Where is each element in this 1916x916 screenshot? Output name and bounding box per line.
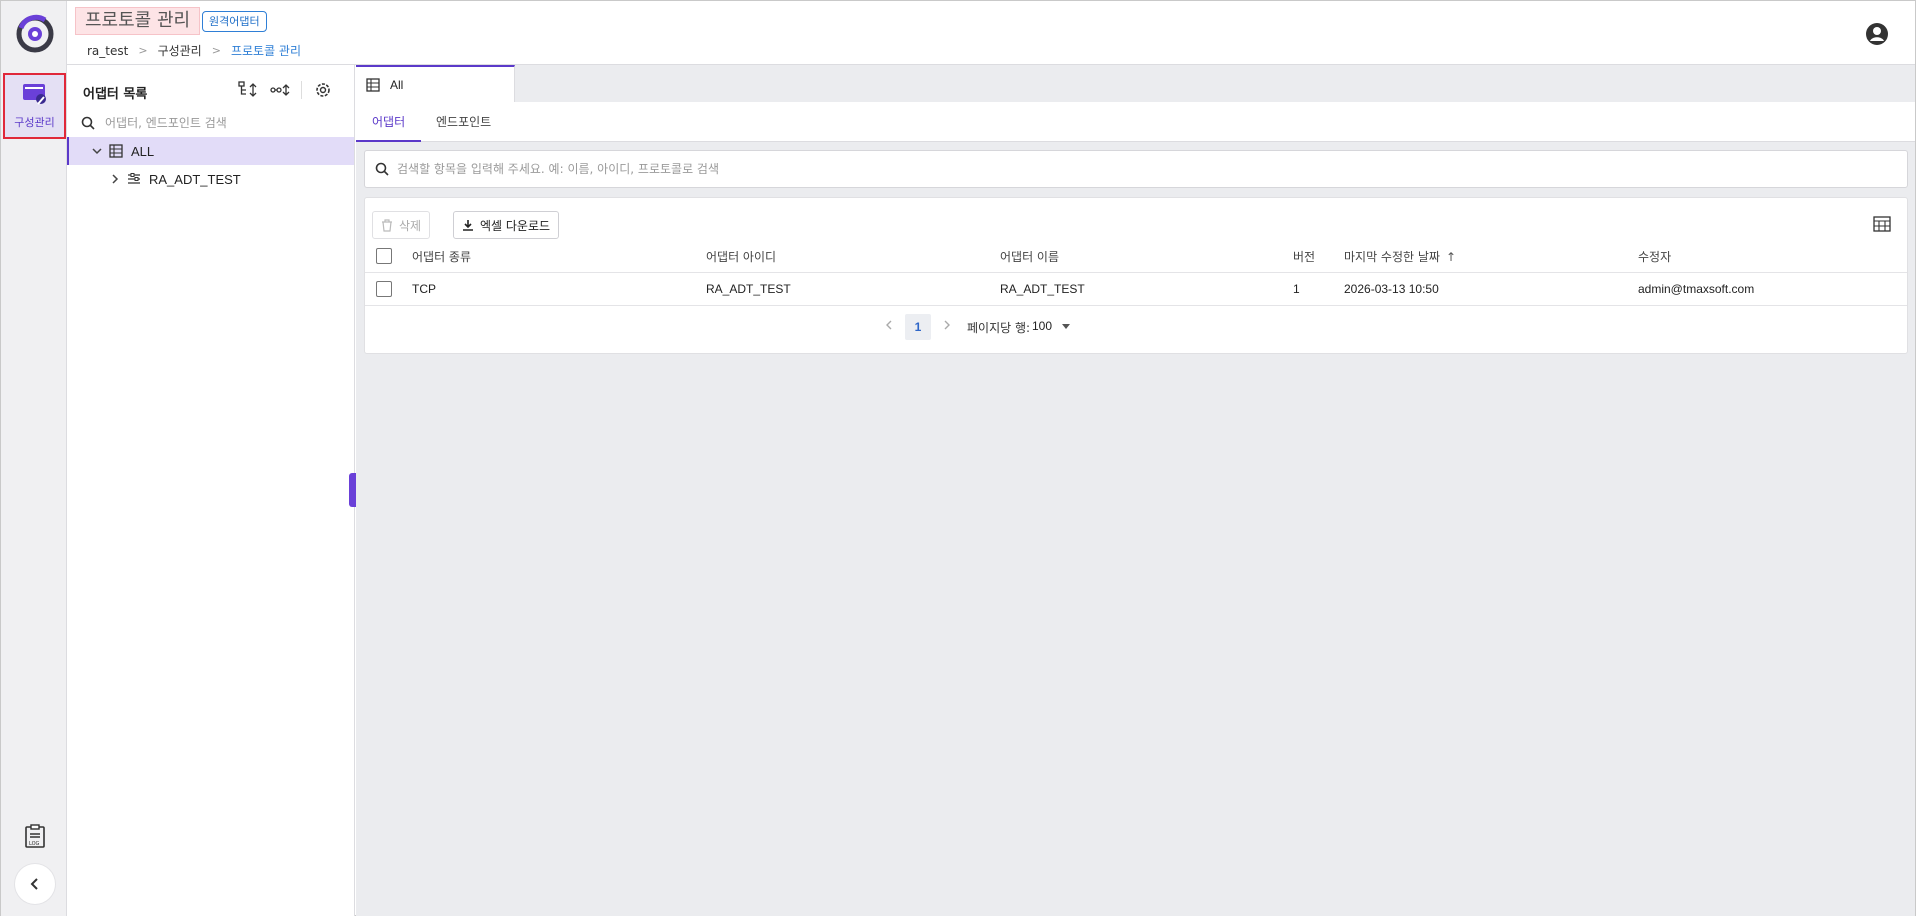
- download-icon: [463, 219, 473, 231]
- column-header-label: 마지막 수정한 날짜: [1344, 249, 1440, 264]
- table-search-input[interactable]: [397, 162, 1797, 176]
- chevron-right-icon: >: [138, 44, 148, 57]
- pagination: 1 페이지당 행: 100: [365, 306, 1907, 344]
- status-badge: 원격어댑터: [202, 11, 267, 32]
- left-rail: 구성관리 LOG: [1, 1, 67, 916]
- column-header-sorted[interactable]: 마지막 수정한 날짜 ↑: [1344, 248, 1456, 265]
- tab-adapter[interactable]: 어댑터: [356, 102, 422, 142]
- tab-label: All: [390, 77, 404, 92]
- app-window: 구성관리 LOG 프로토콜 관리 원격어댑터 ra_test > 구성관리 > …: [0, 0, 1916, 916]
- search-icon: [81, 116, 95, 130]
- trash-icon: [382, 218, 392, 232]
- table-list-icon: [109, 144, 123, 158]
- subtab-bar: 어댑터 엔드포인트: [356, 102, 1915, 142]
- table-row[interactable]: TCP RA_ADT_TEST RA_ADT_TEST 1 2026-03-13…: [365, 273, 1907, 306]
- select-all-checkbox[interactable]: [376, 248, 392, 264]
- rows-per-page-value: 100: [1032, 319, 1053, 333]
- excel-download-button[interactable]: 엑셀 다운로드: [453, 211, 560, 239]
- log-icon[interactable]: LOG: [23, 823, 47, 849]
- excel-download-label: 엑셀 다운로드: [480, 218, 551, 233]
- panel-title: 어댑터 목록: [83, 87, 148, 102]
- chevron-right-icon[interactable]: [109, 173, 121, 185]
- cell-modifier: admin@tmaxsoft.com: [1638, 282, 1755, 296]
- adapter-list-panel: 어댑터 목록 ALL RA_ADT_TEST: [67, 65, 355, 916]
- panel-resize-handle[interactable]: [349, 473, 356, 507]
- page-title: 프로토콜 관리: [75, 7, 201, 35]
- gear-icon[interactable]: [312, 80, 334, 100]
- column-header[interactable]: 어댑터 종류: [412, 248, 471, 265]
- app-logo-icon[interactable]: [15, 14, 55, 54]
- cell-name: RA_ADT_TEST: [1000, 282, 1085, 296]
- collapse-sidebar-button[interactable]: [15, 864, 55, 904]
- chevron-right-icon[interactable]: [940, 318, 954, 332]
- search-icon: [375, 162, 389, 176]
- chevron-down-icon[interactable]: [91, 145, 103, 157]
- tree-item-label: ALL: [131, 143, 155, 159]
- chevron-left-icon: [30, 878, 38, 890]
- cell-version: 1: [1293, 282, 1300, 296]
- rail-item-config-management[interactable]: 구성관리: [3, 73, 66, 139]
- adapter-search-input[interactable]: [105, 116, 335, 130]
- page-number[interactable]: 1: [905, 314, 931, 340]
- breadcrumb: ra_test > 구성관리 > 프로토콜 관리: [87, 42, 301, 59]
- tab-endpoint[interactable]: 엔드포인트: [420, 102, 507, 142]
- caret-down-icon: [1062, 323, 1071, 329]
- cell-id: RA_ADT_TEST: [706, 282, 791, 296]
- table-header: 어댑터 종류 어댑터 아이디 어댑터 이름 버전 마지막 수정한 날짜 ↑ 수정자: [365, 240, 1907, 273]
- row-checkbox[interactable]: [376, 281, 392, 297]
- column-header[interactable]: 어댑터 아이디: [706, 248, 776, 265]
- table-list-icon: [366, 77, 380, 92]
- column-header[interactable]: 수정자: [1638, 248, 1671, 265]
- chevron-right-icon: >: [211, 44, 221, 57]
- toolbar-divider: [301, 81, 302, 99]
- config-management-icon: [22, 83, 48, 110]
- expand-nodes-icon[interactable]: [269, 80, 291, 100]
- tree-item-all[interactable]: ALL: [67, 137, 354, 165]
- rows-per-page-label: 페이지당 행:: [967, 321, 1031, 335]
- adapter-table-card: 삭제 엑셀 다운로드 어댑터 종류 어댑터 아이디 어댑터 이름 버전 마지막 …: [364, 197, 1908, 354]
- breadcrumb-current[interactable]: 프로토콜 관리: [231, 42, 301, 59]
- account-icon[interactable]: [1865, 22, 1889, 46]
- tree-item-ra-adt-test[interactable]: RA_ADT_TEST: [67, 165, 354, 193]
- tree-sort-icon[interactable]: [237, 80, 259, 100]
- cell-type: TCP: [412, 282, 436, 296]
- rail-item-label: 구성관리: [14, 116, 55, 129]
- delete-button[interactable]: 삭제: [372, 211, 431, 239]
- cell-modified: 2026-03-13 10:50: [1344, 282, 1439, 296]
- tab-all[interactable]: All: [356, 65, 515, 102]
- column-settings-icon[interactable]: [1873, 216, 1891, 234]
- top-header: 프로토콜 관리 원격어댑터 ra_test > 구성관리 > 프로토콜 관리: [67, 1, 1915, 65]
- breadcrumb-item[interactable]: 구성관리: [158, 42, 202, 59]
- column-header[interactable]: 어댑터 이름: [1000, 248, 1059, 265]
- column-header[interactable]: 버전: [1293, 248, 1315, 265]
- table-search: [364, 150, 1908, 188]
- rows-per-page-select[interactable]: 100: [1032, 319, 1071, 333]
- svg-text:LOG: LOG: [29, 841, 40, 847]
- adapter-icon: [128, 173, 140, 184]
- arrow-up-icon: ↑: [1445, 249, 1457, 264]
- main-content: All 어댑터 엔드포인트 삭제 엑셀 다운로드 어댑터 종류: [356, 65, 1915, 916]
- chevron-left-icon[interactable]: [882, 318, 896, 332]
- adapter-search: [81, 111, 341, 135]
- delete-label: 삭제: [399, 218, 422, 233]
- tree-item-label: RA_ADT_TEST: [149, 171, 241, 187]
- panel-toolbar: [237, 80, 334, 100]
- breadcrumb-item[interactable]: ra_test: [87, 44, 128, 58]
